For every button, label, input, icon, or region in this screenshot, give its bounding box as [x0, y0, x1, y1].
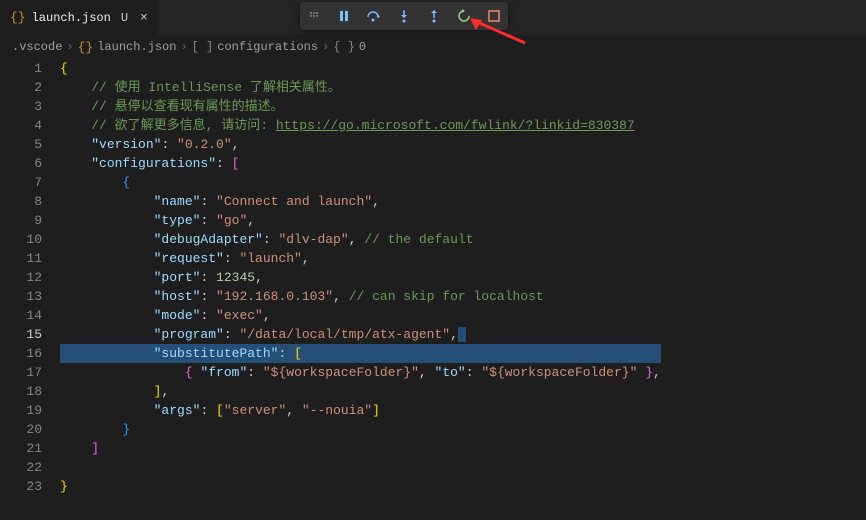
pause-icon[interactable] — [334, 6, 354, 26]
line-number: 3 — [0, 97, 42, 116]
line-number: 13 — [0, 287, 42, 306]
modified-indicator: U — [121, 11, 128, 25]
breadcrumb[interactable]: .vscode › {} launch.json › [ ] configura… — [0, 35, 866, 59]
step-out-icon[interactable] — [424, 6, 444, 26]
line-number: 5 — [0, 135, 42, 154]
line-number: 10 — [0, 230, 42, 249]
line-number: 20 — [0, 420, 42, 439]
line-number: 18 — [0, 382, 42, 401]
breadcrumb-segment[interactable]: 0 — [359, 40, 366, 54]
tab-filename: launch.json — [32, 11, 111, 25]
restart-icon[interactable] — [454, 6, 474, 26]
line-number: 15 — [0, 325, 42, 344]
editor-tab[interactable]: {} launch.json U × — [0, 0, 159, 35]
close-icon[interactable]: × — [140, 10, 148, 25]
json-file-icon: {} — [78, 40, 94, 55]
line-number: 19 — [0, 401, 42, 420]
drag-handle-icon[interactable] — [304, 6, 324, 26]
line-number: 1 — [0, 59, 42, 78]
line-number: 21 — [0, 439, 42, 458]
line-number: 17 — [0, 363, 42, 382]
line-number: 16 — [0, 344, 42, 363]
json-file-icon: {} — [10, 10, 26, 25]
breadcrumb-segment[interactable]: configurations — [217, 40, 318, 54]
line-number: 6 — [0, 154, 42, 173]
line-number: 2 — [0, 78, 42, 97]
line-number: 8 — [0, 192, 42, 211]
stop-icon[interactable] — [484, 6, 504, 26]
line-number: 7 — [0, 173, 42, 192]
docs-link[interactable]: https://go.microsoft.com/fwlink/?linkid=… — [276, 118, 635, 133]
line-number: 12 — [0, 268, 42, 287]
line-number: 23 — [0, 477, 42, 496]
step-into-icon[interactable] — [394, 6, 414, 26]
line-number: 4 — [0, 116, 42, 135]
line-number: 14 — [0, 306, 42, 325]
line-number: 11 — [0, 249, 42, 268]
step-over-icon[interactable] — [364, 6, 384, 26]
tab-bar: {} launch.json U × — [0, 0, 866, 35]
object-icon: { } — [333, 40, 355, 54]
code-editor[interactable]: 1234567891011121314151617181920212223 { … — [0, 59, 866, 520]
breadcrumb-folder[interactable]: .vscode — [12, 40, 62, 54]
code-area[interactable]: { // 使用 IntelliSense 了解相关属性。 // 悬停以查看现有属… — [60, 59, 661, 520]
line-number: 22 — [0, 458, 42, 477]
line-number: 9 — [0, 211, 42, 230]
array-icon: [ ] — [192, 40, 214, 54]
line-number-gutter: 1234567891011121314151617181920212223 — [0, 59, 60, 520]
chevron-right-icon: › — [66, 40, 73, 54]
chevron-right-icon: › — [180, 40, 187, 54]
debug-toolbar[interactable] — [300, 2, 508, 30]
chevron-right-icon: › — [322, 40, 329, 54]
breadcrumb-file[interactable]: launch.json — [97, 40, 176, 54]
